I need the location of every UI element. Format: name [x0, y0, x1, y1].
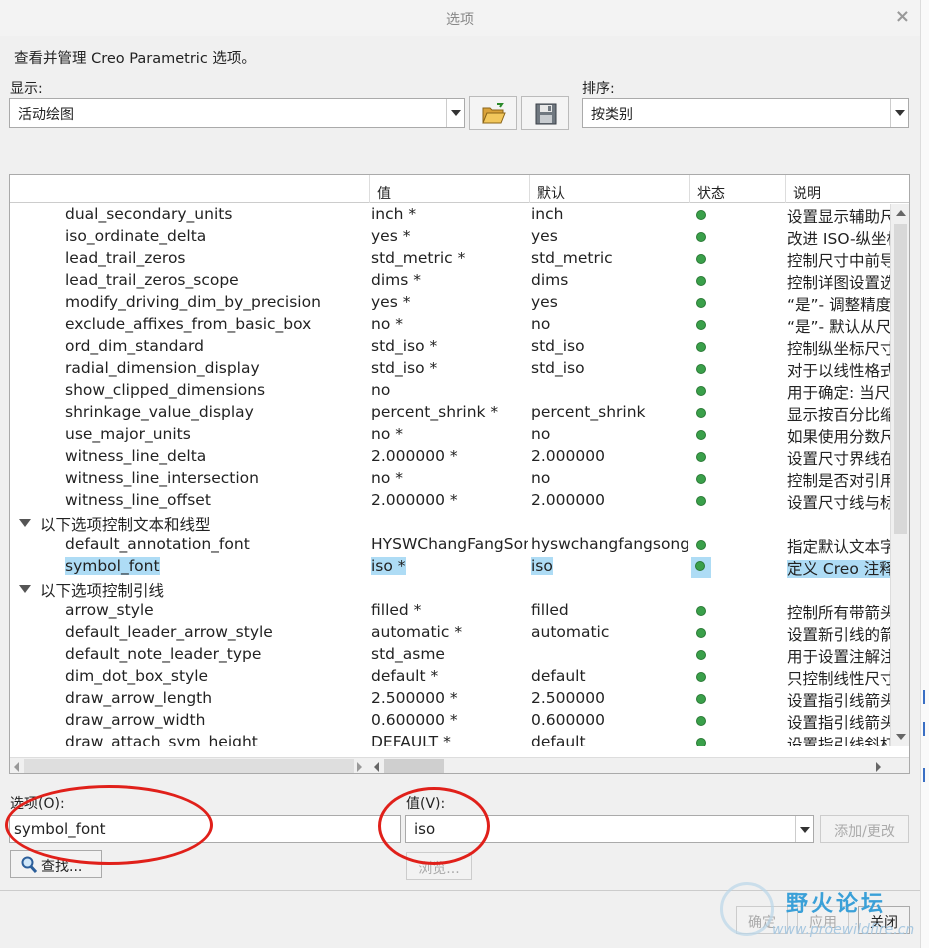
table-row-selected[interactable]: symbol_font iso * iso 定义 Creo 注释: [10, 556, 890, 578]
open-folder-button[interactable]: [469, 96, 517, 130]
status-dot-icon: [696, 474, 706, 484]
show-label: 显示:: [10, 81, 43, 97]
sort-label: 排序:: [582, 81, 615, 97]
strip-marker: [923, 722, 928, 736]
status-dot-icon: [696, 672, 706, 682]
table-row[interactable]: draw_arrow_width 0.600000 * 0.600000 设置指引线箭…: [10, 710, 890, 732]
status-dot-icon: [696, 364, 706, 374]
table-row[interactable]: arrow_style filled * filled 控制所有带箭头: [10, 600, 890, 622]
table-row[interactable]: lead_trail_zeros std_metric * std_metric 控制…: [10, 248, 890, 270]
folder-open-icon: [482, 103, 506, 124]
chevron-down-icon[interactable]: [795, 816, 813, 842]
scroll-right-icon[interactable]: [357, 762, 362, 772]
table-row[interactable]: iso_ordinate_deltayes *yes改进 ISO-纵坐标: [10, 226, 890, 248]
status-dot-icon: [696, 232, 706, 242]
scroll-thumb-values[interactable]: [384, 759, 444, 773]
status-dot-icon: [696, 738, 706, 746]
show-value: 活动绘图: [18, 107, 74, 123]
table-row[interactable]: exclude_affixes_from_basic_box no * no “是”-…: [10, 314, 890, 336]
column-header-value[interactable]: 值: [369, 175, 529, 203]
table-row[interactable]: dual_secondary_units inch * inch 设置显示辅助尺: [10, 204, 890, 226]
search-icon: [21, 856, 37, 873]
collapse-triangle-icon[interactable]: [19, 519, 31, 527]
status-dot-icon: [696, 320, 706, 330]
watermark-url: www.proewildfire.cn: [772, 922, 915, 938]
chevron-down-icon[interactable]: [890, 99, 908, 127]
status-dot-icon: [696, 694, 706, 704]
save-button[interactable]: [521, 96, 569, 130]
status-dot-icon: [695, 561, 705, 571]
window-title: 选项: [446, 12, 474, 28]
table-body: dual_secondary_units inch * inch 设置显示辅助尺 is…: [10, 204, 890, 746]
title-bar: 选项 ×: [0, 0, 920, 36]
options-table: 值 默认 状态 说明 dual_secondary_units inch * inc…: [9, 174, 910, 774]
strip-marker: [923, 768, 928, 782]
table-row[interactable]: lead_trail_zeros_scope dims * dims 控制详图设置选: [10, 270, 890, 292]
column-header-name[interactable]: [10, 175, 369, 203]
group-row-leaders[interactable]: 以下选项控制引线: [10, 578, 890, 600]
table-row[interactable]: witness_line_offset 2.000000 * 2.000000 设置尺…: [10, 490, 890, 512]
group-row-text-and-linestyle[interactable]: 以下选项控制文本和线型: [10, 512, 890, 534]
forum-watermark: 野火论坛 www.proewildfire.cn: [718, 880, 923, 944]
status-dot-icon: [696, 496, 706, 506]
scroll-left-icon[interactable]: [14, 762, 19, 772]
status-dot-icon: [696, 628, 706, 638]
status-dot-icon: [696, 716, 706, 726]
status-dot-icon: [696, 342, 706, 352]
show-combobox[interactable]: 活动绘图: [9, 98, 465, 128]
status-dot-icon: [696, 408, 706, 418]
vertical-scrollbar[interactable]: [890, 204, 909, 746]
scroll-right-icon[interactable]: [876, 762, 881, 772]
status-dot-icon: [696, 386, 706, 396]
status-dot-icon: [696, 606, 706, 616]
table-row[interactable]: witness_line_intersection no * no 控制是否对引用: [10, 468, 890, 490]
watermark-logo-icon: [720, 882, 774, 936]
table-row[interactable]: draw_arrow_length 2.500000 * 2.500000 设置指引线…: [10, 688, 890, 710]
collapse-triangle-icon[interactable]: [19, 585, 31, 593]
status-dot-icon: [696, 540, 706, 550]
intro-text: 查看并管理 Creo Parametric 选项。: [14, 51, 256, 67]
table-row[interactable]: default_annotation_font HYSWChangFangSong…: [10, 534, 890, 556]
annotation-circle-value: [378, 787, 490, 865]
status-dot-icon: [696, 254, 706, 264]
annotation-circle-option: [5, 785, 213, 865]
table-row[interactable]: default_leader_arrow_style automatic * aut…: [10, 622, 890, 644]
scroll-thumb[interactable]: [894, 224, 907, 534]
close-icon[interactable]: ×: [895, 6, 910, 27]
table-row[interactable]: draw_attach_sym_height DEFAULT * default 设置…: [10, 732, 890, 746]
status-dot-icon: [696, 276, 706, 286]
table-row[interactable]: ord_dim_standard std_iso * std_iso 控制纵坐标尺寸: [10, 336, 890, 358]
table-row[interactable]: dim_dot_box_style default * default 只控制线性尺寸: [10, 666, 890, 688]
status-dot-icon: [696, 430, 706, 440]
status-dot-icon: [696, 452, 706, 462]
table-row[interactable]: show_clipped_dimensionsno用于确定: 当尺寸: [10, 380, 890, 402]
status-dot-icon: [696, 298, 706, 308]
table-header: 值 默认 状态 说明: [10, 175, 909, 203]
sort-combobox[interactable]: 按类别: [582, 98, 909, 128]
column-header-description[interactable]: 说明: [785, 175, 909, 203]
scroll-up-icon[interactable]: [896, 210, 906, 216]
sort-value: 按类别: [591, 107, 633, 123]
table-row[interactable]: modify_driving_dim_by_precision yes * yes “…: [10, 292, 890, 314]
watermark-title: 野火论坛: [786, 892, 887, 917]
status-dot-icon: [696, 210, 706, 220]
table-row[interactable]: default_note_leader_type std_asme 用于设置注解注: [10, 644, 890, 666]
save-disk-icon: [535, 103, 557, 125]
chevron-down-icon[interactable]: [446, 99, 464, 127]
strip-marker: [923, 690, 928, 704]
table-row[interactable]: witness_line_delta 2.000000 * 2.000000 设置尺寸…: [10, 446, 890, 468]
horizontal-scrollbar[interactable]: [10, 757, 909, 773]
scroll-thumb-name-column[interactable]: [24, 759, 354, 773]
status-dot-icon: [696, 650, 706, 660]
add-change-button[interactable]: 添加/更改: [820, 815, 909, 843]
background-window-strip: [920, 0, 929, 948]
table-row[interactable]: shrinkage_value_display percent_shrink * p…: [10, 402, 890, 424]
scroll-left-icon[interactable]: [374, 762, 379, 772]
scroll-down-icon[interactable]: [896, 734, 906, 740]
column-header-default[interactable]: 默认: [529, 175, 689, 203]
table-row[interactable]: radial_dimension_display std_iso * std_iso…: [10, 358, 890, 380]
column-header-status[interactable]: 状态: [689, 175, 785, 203]
table-row[interactable]: use_major_units no * no 如果使用分数尺: [10, 424, 890, 446]
